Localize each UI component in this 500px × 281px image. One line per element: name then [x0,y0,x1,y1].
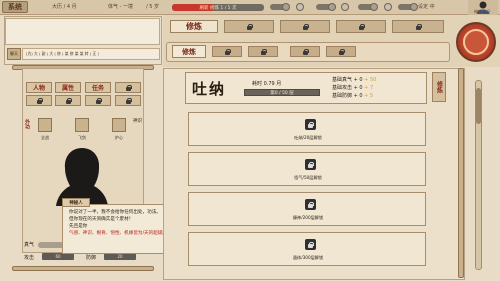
locked-tab-5[interactable] [115,95,141,106]
stat-row-2: 基础攻击 + 0 + 7 [332,85,374,91]
skill-slot-3[interactable] [112,118,126,132]
defense-value: 20 [104,253,136,260]
lock-icon [305,239,316,250]
lock-icon [415,23,422,30]
locked-subtab-3[interactable] [290,46,320,57]
chat-toggle-button[interactable]: 聊天 [7,48,21,60]
orb-icon [463,29,489,55]
locked-tab-2[interactable] [26,95,52,106]
technique-progress-bar: 第0 / 50 层 [244,89,320,96]
lock-icon [338,48,345,55]
skill-slot-1[interactable] [38,118,52,132]
technique-row-label-1: 吐纳/20层解锁 [294,135,322,140]
scroll-roll-bottom [12,266,154,271]
toggle-switch-3[interactable] [358,3,378,11]
tab-cultivation-sub[interactable]: 修炼 [172,45,206,58]
lock-icon [302,23,309,30]
lock-icon [224,48,231,55]
lock-icon [65,97,72,104]
skill-slot-label-1: 全战 [41,135,49,140]
technique-row-4[interactable]: 遁体/300层解锁 [188,232,426,266]
qi-label: 真气 [24,242,35,248]
attack-label: 攻击 [24,255,35,261]
tab-cultivation-top[interactable]: 修炼 [170,20,218,33]
technique-row-1[interactable]: 吐纳/20层解锁 [188,112,426,146]
cultivate-orb-button[interactable] [456,22,496,62]
chat-log[interactable] [5,18,160,45]
round-button-1[interactable] [296,3,304,11]
skill-slot-label-2: 飞剑 [78,135,86,140]
scroll-roll-right [458,68,464,278]
technique-row-2[interactable]: 悟气/50层解锁 [188,152,426,186]
tab-quests[interactable]: 任务 [85,82,111,93]
lock-icon [125,84,132,91]
system-button[interactable]: 系统 [2,1,28,13]
tab-character[interactable]: 人物 [26,82,52,93]
locked-tab-4[interactable] [85,95,111,106]
lock-icon [302,48,309,55]
locked-subtab-4[interactable] [326,46,356,57]
stat-row-1: 基础真气 + 0 + 50 [332,77,377,83]
lock-icon [36,97,43,104]
lock-icon [125,97,132,104]
dialog-speaker-name: 神秘人 [62,198,90,207]
toggle-switch-1[interactable] [270,3,290,11]
locked-subtab-1[interactable] [212,46,242,57]
lock-icon [305,199,316,210]
round-button-3[interactable] [384,3,392,11]
slot-right-label: 神识 [133,119,142,124]
technique-row-3[interactable]: 鍊神/200层解锁 [188,192,426,226]
toggle-switch-2[interactable] [316,3,336,11]
locked-subtab-2[interactable] [248,46,278,57]
technique-row-label-4: 遁体/300层解锁 [292,255,324,260]
lock-icon [305,119,316,130]
age-label: / 5 岁 [146,4,160,10]
locked-tab-1[interactable] [115,82,141,93]
mysterious-figure-image [54,146,110,206]
chat-input[interactable]: (为) 大 ( 副 ) 大 ( 修 ) 某 修 某 某 转 ( 正 ) [22,48,160,60]
skill-slot-label-3: 护心 [115,135,123,140]
round-button-2[interactable] [341,3,349,11]
locked-category-4[interactable] [392,20,444,33]
lock-icon [358,23,365,30]
tab-attributes[interactable]: 属性 [55,82,81,93]
locked-category-2[interactable] [280,20,330,33]
technique-cost: 耗时 0.79 月 [252,81,282,87]
locked-category-1[interactable] [224,20,274,33]
toggle-switch-4[interactable] [398,3,418,11]
skill-slot-2[interactable] [75,118,89,132]
lock-icon [305,159,316,170]
date-label: 大历 / 4 月 [52,4,77,10]
cloud-decoration [38,242,64,248]
skills-side-label: 外功 [24,119,30,129]
technique-row-label-2: 悟气/50层解锁 [294,175,322,180]
lock-icon [95,97,102,104]
stat-row-3: 基础防御 + 0 + 5 [332,93,374,99]
lock-icon [246,23,253,30]
attack-value: 60 [42,253,74,260]
technique-row-label-3: 鍊神/200层解锁 [292,215,324,220]
defense-label: 防御 [86,255,97,261]
technique-title: 吐纳 [192,80,227,98]
locked-tab-3[interactable] [55,95,81,106]
list-scrollbar-thumb[interactable] [476,88,481,124]
locked-category-3[interactable] [336,20,386,33]
lock-icon [260,48,267,55]
lifespan-label: 体气 - 一境 [108,4,133,10]
cultivation-bar-label: 刷新 修炼 1 / 5 次 [199,5,237,11]
cultivate-button[interactable]: 修炼 [432,72,446,102]
options-label: 设定 中 [418,4,435,10]
